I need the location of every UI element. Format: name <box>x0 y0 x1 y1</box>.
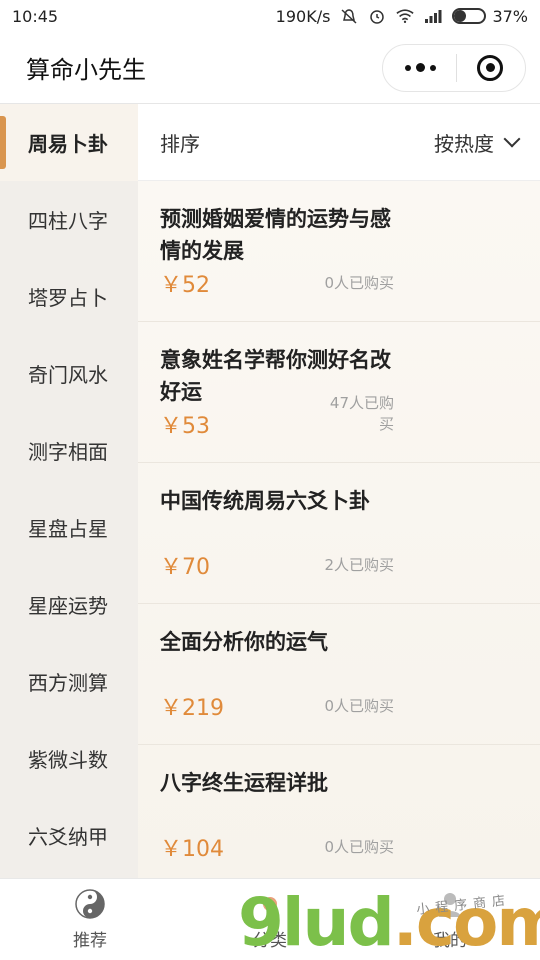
product-title: 中国传统周易六爻卜卦 <box>160 489 370 513</box>
product-card[interactable]: 八字终生运程详批 ￥104 0人已购买 <box>138 745 540 878</box>
alarm-icon <box>370 10 385 24</box>
status-bar: 10:45 190K/s 37% <box>0 0 540 32</box>
status-time: 10:45 <box>12 6 59 26</box>
capsule-divider <box>456 53 457 82</box>
sidebar-item[interactable]: 星座运势 <box>0 566 138 643</box>
product-sold-count: 0人已购买 <box>324 274 394 292</box>
target-circle-icon[interactable] <box>477 54 503 81</box>
product-price: ￥70 <box>160 555 210 580</box>
product-card[interactable]: 全面分析你的运气 ￥219 0人已购买 <box>138 604 540 745</box>
chevron-down-icon <box>503 130 521 148</box>
product-title: 八字终生运程详批 <box>160 771 328 795</box>
network-speed: 190K/s <box>275 6 331 26</box>
product-card[interactable]: 预测婚姻爱情的运势与感情的发展 ￥52 0人已购买 <box>138 181 540 322</box>
battery-indicator: 37% <box>452 7 528 26</box>
sidebar-item[interactable]: 六爻纳甲 <box>0 797 138 874</box>
product-list: 预测婚姻爱情的运势与感情的发展 ￥52 0人已购买 意象姓名学帮你测好名改好运 ￥53 4… <box>138 181 540 878</box>
page-title: 算命小先生 <box>26 56 146 84</box>
product-card[interactable]: 中国传统周易六爻卜卦 ￥70 2人已购买 <box>138 463 540 604</box>
sidebar-item[interactable]: 塔罗占卜 <box>0 258 138 335</box>
sidebar-item[interactable]: 四柱八字 <box>0 181 138 258</box>
status-icons: 190K/s 37% <box>276 7 528 26</box>
battery-percent: 37% <box>492 6 528 26</box>
tab-label-profile: 我的 <box>433 931 467 951</box>
signal-icon <box>425 10 442 23</box>
sort-selected-value: 按热度 <box>434 131 494 156</box>
sidebar-item[interactable]: 测字相面 <box>0 412 138 489</box>
title-bar: 算命小先生 <box>0 32 540 104</box>
yin-yang-icon <box>75 889 105 919</box>
product-price: ￥104 <box>160 837 224 862</box>
capsule-menu <box>382 43 526 92</box>
product-price: ￥53 <box>160 414 210 439</box>
mute-icon <box>341 9 357 24</box>
sort-label: 排序 <box>160 131 200 156</box>
tab-bar: 推荐 分类 我的 <box>0 878 540 960</box>
tab-profile[interactable]: 我的 <box>380 888 520 951</box>
sidebar-item[interactable]: 奇门风水 <box>0 335 138 412</box>
tab-category[interactable]: 分类 <box>200 888 340 951</box>
product-price: ￥52 <box>160 273 210 298</box>
product-price: ￥219 <box>160 696 224 721</box>
sidebar-item[interactable]: 西方测算 <box>0 643 138 720</box>
product-sold-count: 0人已购买 <box>324 838 394 856</box>
sidebar-item[interactable]: 星盘占星 <box>0 489 138 566</box>
category-icon <box>263 897 277 911</box>
sidebar-item[interactable]: 周易卜卦 <box>0 104 138 181</box>
sort-bar: 排序 按热度 <box>138 104 540 181</box>
tab-label-category: 分类 <box>253 931 287 951</box>
battery-fill <box>454 10 466 22</box>
more-dots-icon[interactable] <box>405 63 436 72</box>
sort-dropdown[interactable]: 按热度 <box>434 128 521 157</box>
product-title: 预测婚姻爱情的运势与感情的发展 <box>160 207 391 263</box>
product-card[interactable]: 意象姓名学帮你测好名改好运 ￥53 47人已购买 <box>138 322 540 463</box>
profile-icon <box>439 893 461 917</box>
sidebar-item[interactable]: 紫微斗数 <box>0 720 138 797</box>
category-sidebar: 周易卜卦 四柱八字 塔罗占卜 奇门风水 测字相面 星盘占星 星座运势 西方测算 紫微斗数 六爻纳甲 <box>0 104 138 878</box>
product-sold-count: 0人已购买 <box>324 697 394 715</box>
tab-recommend[interactable]: 推荐 <box>20 888 160 951</box>
product-sold-count: 2人已购买 <box>324 556 394 574</box>
wifi-icon <box>396 9 415 24</box>
product-sold-count: 47人已购买 <box>329 394 394 433</box>
product-title: 全面分析你的运气 <box>160 630 328 654</box>
tab-label-recommend: 推荐 <box>73 931 107 951</box>
battery-icon <box>452 8 487 24</box>
